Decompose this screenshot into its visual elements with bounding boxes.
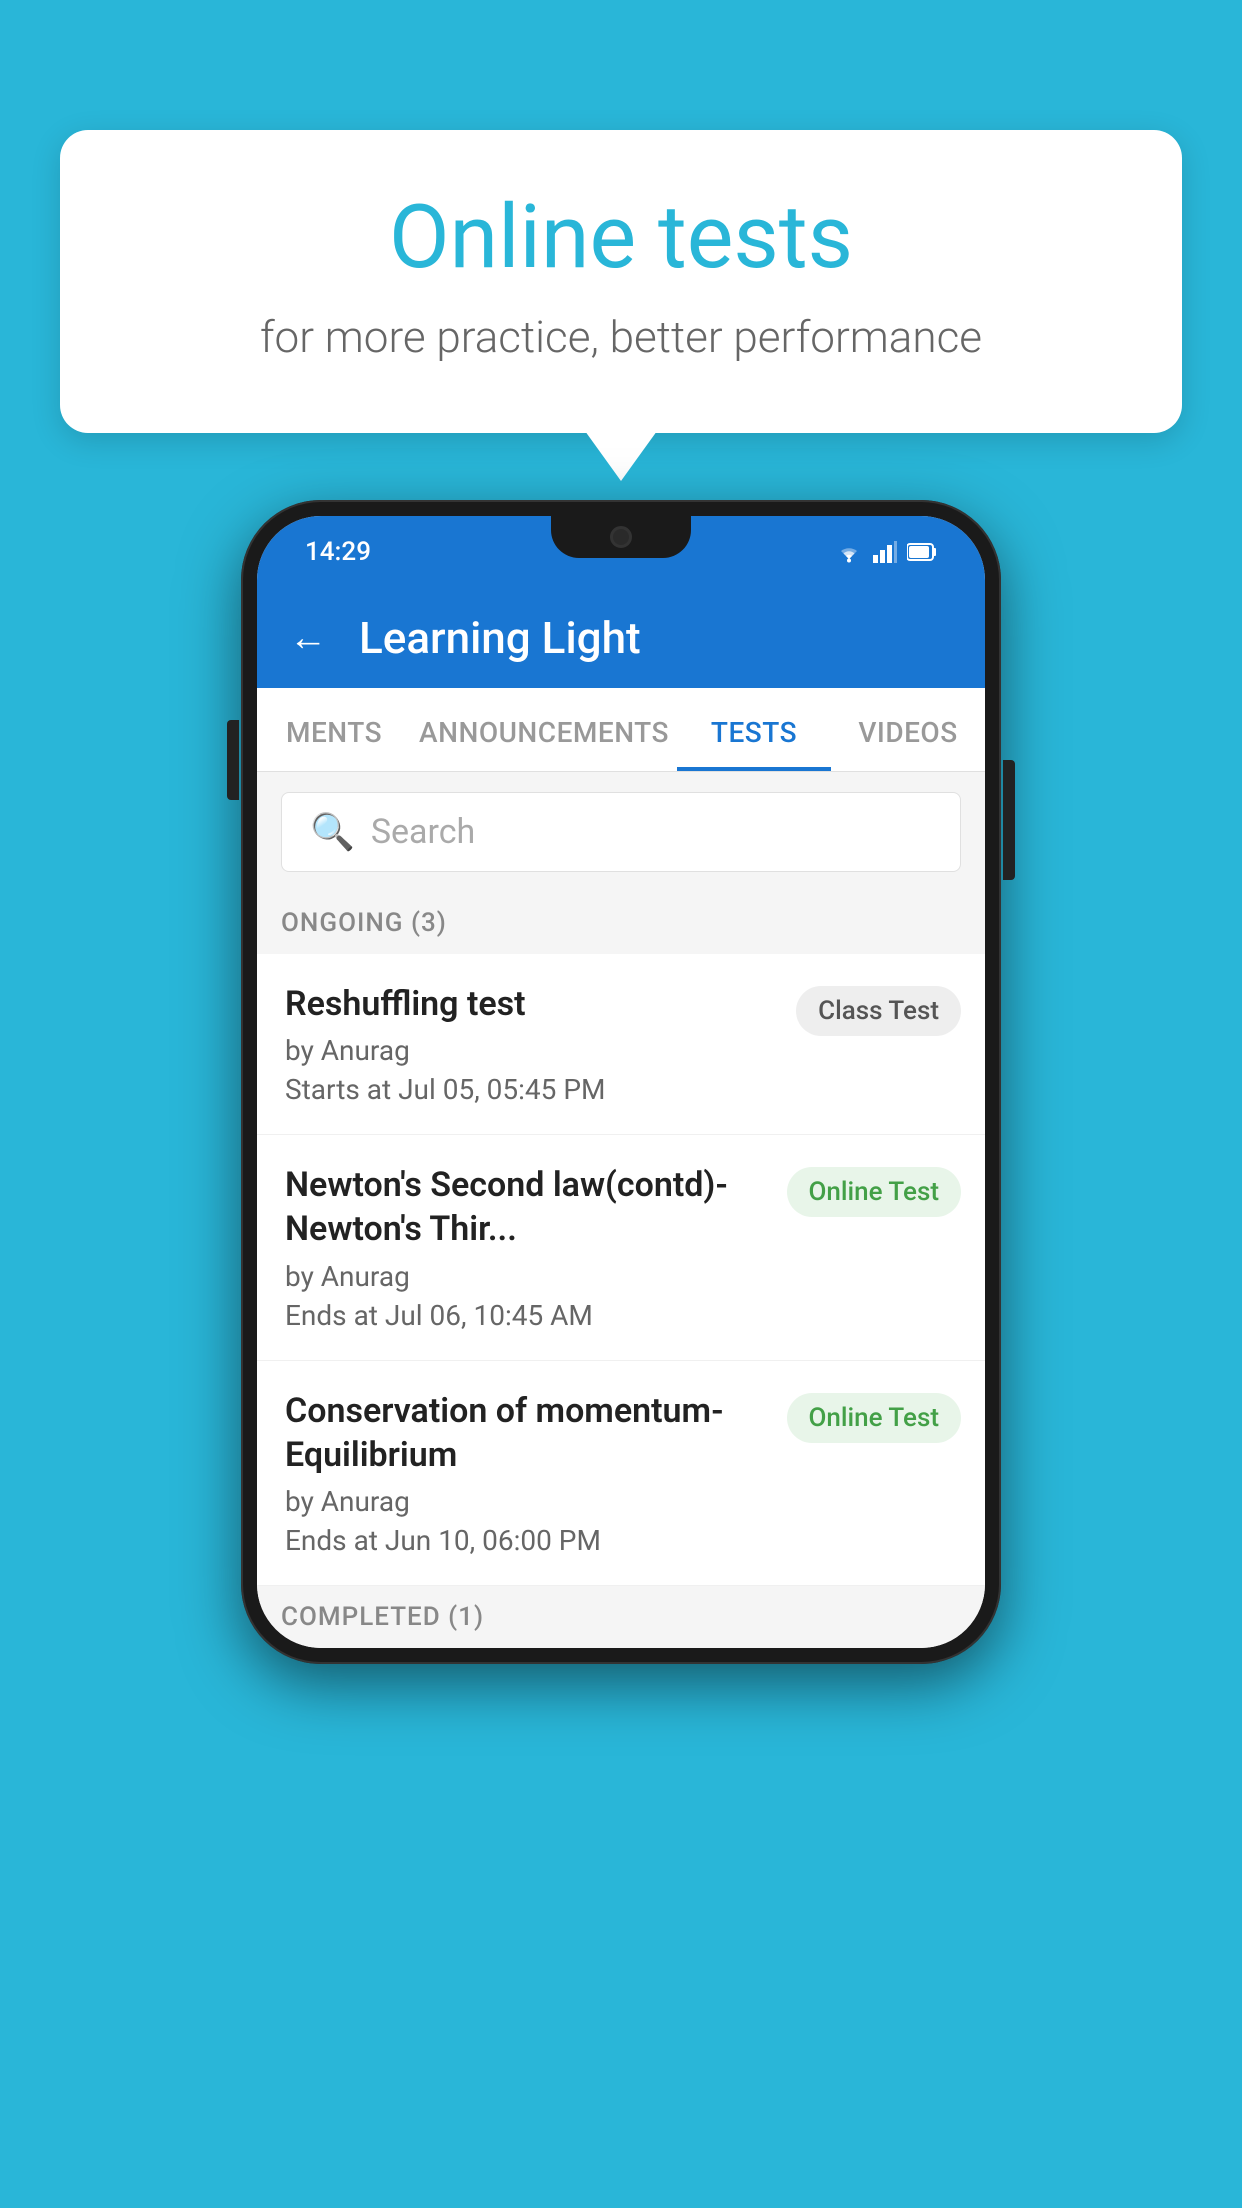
tab-videos[interactable]: VIDEOS xyxy=(831,688,985,771)
test-by: by Anurag xyxy=(285,1034,780,1067)
signal-icon xyxy=(873,541,897,563)
promo-subtitle: for more practice, better performance xyxy=(120,311,1122,363)
tab-announcements[interactable]: ANNOUNCEMENTS xyxy=(411,688,677,771)
tab-tests[interactable]: TESTS xyxy=(677,688,831,771)
test-name: Newton's Second law(contd)-Newton's Thir… xyxy=(285,1163,771,1251)
ongoing-section-header: ONGOING (3) xyxy=(257,892,985,954)
test-item[interactable]: Reshuffling test by Anurag Starts at Jul… xyxy=(257,954,985,1135)
notch xyxy=(551,516,691,558)
test-info: Reshuffling test by Anurag Starts at Jul… xyxy=(285,982,796,1106)
test-date: Starts at Jul 05, 05:45 PM xyxy=(285,1073,780,1106)
ongoing-title: ONGOING (3) xyxy=(281,908,447,938)
search-container: 🔍 Search xyxy=(257,772,985,892)
test-badge: Online Test xyxy=(787,1167,962,1217)
test-badge: Online Test xyxy=(787,1393,962,1443)
completed-section-header: COMPLETED (1) xyxy=(257,1586,985,1648)
camera xyxy=(610,526,632,548)
test-by: by Anurag xyxy=(285,1485,771,1518)
test-date: Ends at Jun 10, 06:00 PM xyxy=(285,1524,771,1557)
phone-screen: 14:29 xyxy=(257,516,985,1648)
test-name: Conservation of momentum-Equilibrium xyxy=(285,1389,771,1477)
search-input[interactable]: Search xyxy=(371,812,475,852)
app-title: Learning Light xyxy=(359,612,641,664)
search-bar[interactable]: 🔍 Search xyxy=(281,792,961,872)
wifi-icon xyxy=(835,541,863,563)
test-name: Reshuffling test xyxy=(285,982,780,1026)
test-badge: Class Test xyxy=(796,986,961,1036)
test-info: Newton's Second law(contd)-Newton's Thir… xyxy=(285,1163,787,1331)
phone-frame: 14:29 xyxy=(241,500,1001,1664)
test-date: Ends at Jul 06, 10:45 AM xyxy=(285,1299,771,1332)
promo-card: Online tests for more practice, better p… xyxy=(60,130,1182,433)
test-item[interactable]: Newton's Second law(contd)-Newton's Thir… xyxy=(257,1135,985,1360)
test-by: by Anurag xyxy=(285,1260,771,1293)
status-bar: 14:29 xyxy=(257,516,985,588)
status-time: 14:29 xyxy=(305,537,371,567)
battery-icon xyxy=(907,541,937,563)
test-item[interactable]: Conservation of momentum-Equilibrium by … xyxy=(257,1361,985,1586)
tab-ments[interactable]: MENTS xyxy=(257,688,411,771)
tabs-container: MENTS ANNOUNCEMENTS TESTS VIDEOS xyxy=(257,688,985,772)
app-header: ← Learning Light xyxy=(257,588,985,688)
completed-title: COMPLETED (1) xyxy=(281,1602,484,1632)
promo-title: Online tests xyxy=(120,190,1122,287)
search-icon: 🔍 xyxy=(310,811,355,853)
back-button[interactable]: ← xyxy=(289,619,327,657)
status-icons xyxy=(835,541,937,563)
test-info: Conservation of momentum-Equilibrium by … xyxy=(285,1389,787,1557)
phone-mockup: 14:29 xyxy=(241,500,1001,1664)
